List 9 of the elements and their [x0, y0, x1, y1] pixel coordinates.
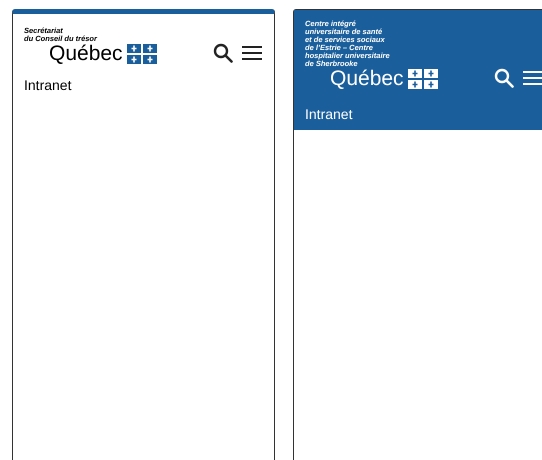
wordmark: Québec [330, 68, 404, 90]
flag-icon [408, 69, 438, 89]
menu-icon[interactable] [242, 45, 262, 61]
flag-icon [126, 44, 157, 64]
wordmark: Québec [49, 43, 123, 65]
section-title: Intranet [305, 106, 354, 122]
section-title: Intranet [24, 77, 72, 93]
search-icon[interactable] [213, 43, 233, 63]
search-icon[interactable] [494, 68, 514, 88]
